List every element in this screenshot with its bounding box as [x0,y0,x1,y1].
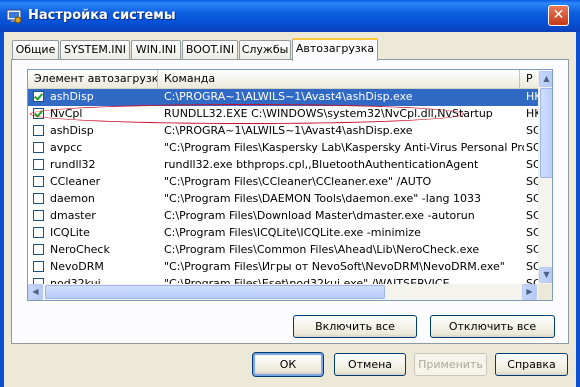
startup-checkbox[interactable] [33,227,44,238]
list-item[interactable]: NeroCheck C:\Program Files\Common Files\A… [28,242,538,259]
startup-item-command: "C:\Program Files\DAEMON Tools\daemon.ex… [164,192,482,205]
startup-item-name: rundll32 [50,158,96,171]
startup-checkbox[interactable] [33,244,44,255]
startup-item-name: NevoDRM [50,260,104,273]
scroll-left-button[interactable]: ◀ [28,284,43,300]
startup-item-command: "C:\Program Files\Kaspersky Lab\Kaspersk… [164,141,524,154]
startup-checkbox[interactable] [33,125,44,136]
arrow-right-icon: ▶ [526,287,533,296]
startup-checkbox[interactable] [33,159,44,170]
column-header-location[interactable]: Р [520,70,538,88]
startup-item-location: SC [526,158,538,171]
startup-item-name: NvCpl [50,107,83,120]
startup-item-command: C:\PROGRA~1\ALWILS~1\Avast4\ashDisp.exe [164,90,413,103]
title-bar[interactable]: Настройка системы ✕ [0,0,580,32]
startup-item-name: avpcc [50,141,83,154]
startup-checkbox[interactable] [33,193,44,204]
enable-all-button[interactable]: Включить все [293,315,417,338]
system-config-icon [6,9,22,24]
tab-win-ini[interactable]: WIN.INI [131,40,181,60]
list-item[interactable]: CCleaner "C:\Program Files\CCleaner\CClea… [28,174,538,191]
startup-checkbox[interactable] [33,108,44,119]
startup-item-location: HK [526,90,538,103]
disable-all-button[interactable]: Отключить все [430,315,555,338]
tab-system-ini[interactable]: SYSTEM.INI [60,40,130,60]
startup-item-location: SC [526,124,538,137]
arrow-down-icon: ▼ [543,270,550,279]
startup-item-location: SC [526,260,538,273]
list-item[interactable]: daemon "C:\Program Files\DAEMON Tools\dae… [28,191,538,208]
horizontal-scrollbar[interactable]: ◀ ▶ [28,284,538,300]
list-item[interactable]: ashDisp C:\PROGRA~1\ALWILS~1\Avast4\ashDi… [28,89,538,106]
tab-startup[interactable]: Автозагрузка [292,38,378,61]
list-item[interactable]: NvCpl RUNDLL32.EXE C:\WINDOWS\system32\Nv… [28,106,538,123]
startup-item-name: CCleaner [50,175,101,188]
startup-item-command: C:\Program Files\ICQLite\ICQLite.exe -mi… [164,226,421,239]
startup-item-name: dmaster [50,209,96,222]
apply-button[interactable]: Применить [414,353,487,376]
startup-item-name: NeroCheck [50,243,110,256]
startup-item-location: HK [526,107,538,120]
startup-item-location: SC [526,243,538,256]
ok-button[interactable]: ОК [252,352,324,377]
close-icon: ✕ [552,7,565,23]
startup-item-location: SC [526,192,538,205]
startup-item-location: SC [526,141,538,154]
scroll-down-button[interactable]: ▼ [539,267,552,283]
column-header-command[interactable]: Команда [158,70,520,88]
list-item[interactable]: ICQLite C:\Program Files\ICQLite\ICQLite.… [28,225,538,242]
startup-checkbox[interactable] [33,261,44,272]
cancel-button[interactable]: Отмена [334,353,406,376]
startup-item-command: RUNDLL32.EXE C:\WINDOWS\system32\NvCpl.d… [164,107,493,120]
arrow-left-icon: ◀ [32,287,39,296]
window-frame-left [0,32,4,387]
tab-general[interactable]: Общие [12,40,59,60]
startup-item-command: C:\PROGRA~1\ALWILS~1\Avast4\ashDisp.exe [164,124,413,137]
startup-checkbox[interactable] [33,142,44,153]
close-button[interactable]: ✕ [548,5,569,26]
startup-item-name: daemon [50,192,95,205]
list-item[interactable]: ashDisp C:\PROGRA~1\ALWILS~1\Avast4\ashDi… [28,123,538,140]
startup-item-location: SC [526,175,538,188]
startup-item-location: SC [526,209,538,222]
scroll-right-button[interactable]: ▶ [522,284,537,300]
list-item[interactable]: avpcc "C:\Program Files\Kaspersky Lab\Kas… [28,140,538,157]
tab-boot-ini[interactable]: BOOT.INI [182,40,238,60]
startup-item-command: "C:\Program Files\CCleaner\CCleaner.exe"… [164,175,432,188]
startup-item-command: "C:\Program Files\Игры от NevoSoft\NevoD… [164,260,505,273]
startup-checkbox[interactable] [33,176,44,187]
list-item[interactable]: NevoDRM "C:\Program Files\Игры от NevoSof… [28,259,538,276]
startup-item-name: ashDisp [50,124,94,137]
startup-checkbox[interactable] [33,91,44,102]
list-item[interactable]: rundll32 rundll32.exe bthprops.cpl,,Bluet… [28,157,538,174]
startup-item-command: C:\Program Files\Download Master\dmaster… [164,209,475,222]
column-header-item[interactable]: Элемент автозагрузки [28,70,158,88]
list-item[interactable]: dmaster C:\Program Files\Download Master\… [28,208,538,225]
system-config-window: Настройка системы ✕ Общие SYSTEM.INI WIN… [0,0,580,387]
startup-item-command: rundll32.exe bthprops.cpl,,BluetoothAuth… [164,158,479,171]
startup-item-name: ashDisp [50,90,94,103]
startup-list[interactable]: Элемент автозагрузки Команда Р ashDisp C:… [27,69,553,301]
vertical-scroll-thumb[interactable] [540,88,552,178]
window-title: Настройка системы [28,8,176,23]
startup-item-command: C:\Program Files\Common Files\Ahead\Lib\… [164,243,480,256]
startup-item-name: ICQLite [50,226,90,239]
startup-checkbox[interactable] [33,210,44,221]
scroll-corner [538,284,552,300]
startup-item-location: SC [526,226,538,239]
tab-services[interactable]: Службы [239,40,291,60]
horizontal-scroll-thumb[interactable] [45,285,385,299]
vertical-scrollbar[interactable]: ▲ ▼ [538,70,552,285]
arrow-up-icon: ▲ [543,74,550,83]
scroll-up-button[interactable]: ▲ [539,71,552,87]
window-frame-right [576,32,580,387]
list-header: Элемент автозагрузки Команда Р [28,70,538,89]
help-button[interactable]: Справка [495,353,568,376]
